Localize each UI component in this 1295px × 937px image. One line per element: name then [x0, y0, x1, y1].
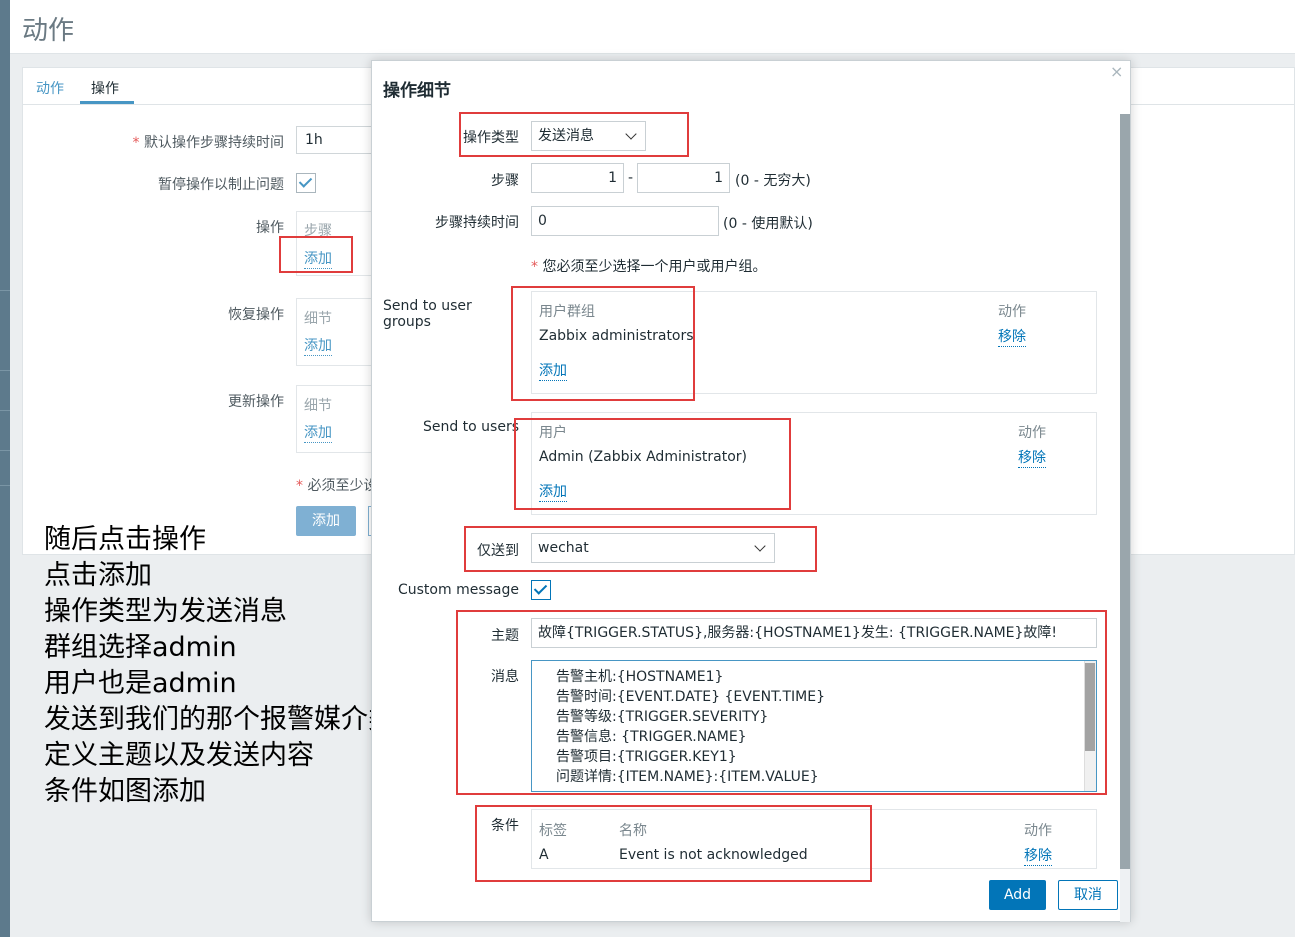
conditions-col-action: 动作 — [1024, 823, 1052, 839]
update-col-details: 细节 — [304, 398, 332, 414]
step-duration-input[interactable]: 0 — [531, 206, 719, 236]
annotation-line-2: 点击添加 — [44, 560, 152, 591]
users-label: Send to users — [422, 419, 519, 435]
update-add-link[interactable]: 添加 — [304, 422, 332, 443]
default-duration-input[interactable]: 1h — [296, 126, 376, 154]
page-title: 动作 — [22, 16, 75, 46]
operations-label: 操作 — [256, 220, 284, 236]
annotation-line-3: 操作类型为发送消息 — [44, 596, 287, 627]
custom-message-checkbox[interactable] — [531, 580, 551, 600]
tab-operations[interactable]: 操作 — [91, 78, 119, 98]
annotation-line-7: 定义主题以及发送内容 — [44, 740, 314, 771]
pause-label: 暂停操作以制止问题 — [158, 177, 284, 193]
background-add-button[interactable]: 添加 — [296, 506, 356, 536]
highlight-send-only — [464, 526, 817, 572]
default-duration-label: * 默认操作步骤持续时间 — [132, 135, 284, 151]
cancel-button[interactable]: 取消 — [1058, 880, 1118, 910]
close-icon[interactable]: × — [1110, 62, 1123, 81]
page-header — [10, 0, 1295, 54]
steps-hint: (0 - 无穷大) — [735, 173, 811, 189]
tab-action[interactable]: 动作 — [36, 78, 64, 98]
highlight-operation-type — [459, 112, 689, 157]
step-separator: - — [628, 170, 634, 186]
step-from-input[interactable]: 1 — [531, 163, 624, 193]
user-remove-link[interactable]: 移除 — [1018, 449, 1046, 468]
user-groups-label: Send to user groups — [383, 298, 472, 330]
left-sidebar-strip — [0, 0, 10, 937]
required-note: * 必须至少设 — [296, 478, 378, 494]
dialog-title: 操作细节 — [383, 81, 451, 101]
highlight-conditions — [475, 805, 872, 882]
custom-message-label: Custom message — [397, 582, 519, 598]
annotation-line-5: 用户也是admin — [44, 668, 237, 699]
user-group-remove-link[interactable]: 移除 — [998, 328, 1026, 347]
highlight-subject-message — [456, 610, 1107, 795]
annotation-line-1: 随后点击操作 — [44, 524, 206, 555]
highlight-users — [514, 418, 791, 510]
highlight-user-groups — [511, 286, 695, 401]
recovery-add-link[interactable]: 添加 — [304, 335, 332, 356]
annotation-line-4: 群组选择admin — [44, 632, 237, 663]
add-button[interactable]: Add — [989, 880, 1046, 910]
condition-remove-link[interactable]: 移除 — [1024, 847, 1052, 866]
step-to-input[interactable]: 1 — [637, 163, 730, 193]
dialog-scrollbar-thumb[interactable] — [1120, 114, 1130, 869]
must-select-note: * 您必须至少选择一个用户或用户组。 — [531, 259, 767, 275]
recovery-col-details: 细节 — [304, 311, 332, 327]
recovery-label: 恢复操作 — [228, 307, 284, 323]
steps-label: 步骤 — [491, 173, 519, 189]
active-tab-indicator — [80, 101, 134, 104]
step-duration-label: 步骤持续时间 — [435, 215, 519, 231]
users-col-action: 动作 — [1018, 425, 1046, 441]
user-groups-col-action: 动作 — [998, 304, 1026, 320]
annotation-line-8: 条件如图添加 — [44, 776, 206, 807]
update-label: 更新操作 — [228, 394, 284, 410]
step-duration-hint: (0 - 使用默认) — [723, 216, 813, 232]
pause-checkbox[interactable] — [296, 173, 316, 193]
highlight-add-operation — [279, 236, 353, 273]
